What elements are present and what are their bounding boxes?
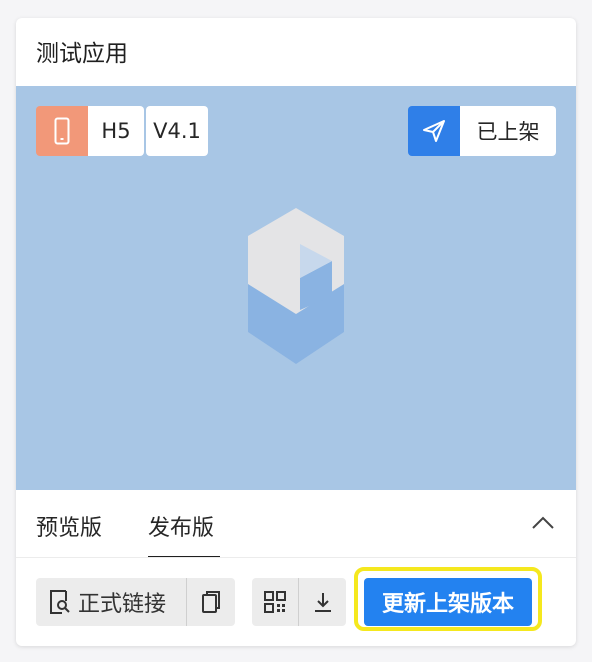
official-link-button[interactable]: 正式链接 (36, 578, 186, 626)
qrcode-button[interactable] (252, 578, 298, 626)
divider (16, 557, 576, 558)
copy-button[interactable] (187, 578, 235, 626)
platform-badge-group: H5 V4.1 (36, 106, 208, 156)
copy-icon (202, 591, 220, 613)
app-placeholder-icon (248, 208, 344, 364)
download-button[interactable] (299, 578, 346, 626)
status-badge: 已上架 (460, 106, 556, 156)
app-preview: H5 V4.1 已上架 (16, 86, 576, 490)
qrcode-download-group (252, 578, 346, 626)
official-link-label: 正式链接 (78, 592, 167, 617)
version-badge: V4.1 (146, 106, 208, 156)
search-doc-icon (50, 590, 70, 614)
download-icon (314, 593, 331, 612)
platform-badge: H5 (88, 106, 144, 156)
app-card: 测试应用 H5 V4.1 已上架 预览版 发布版 正式链接 更新上架版本 (16, 18, 576, 646)
send-icon (408, 106, 460, 156)
version-tabs: 预览版 发布版 (16, 490, 576, 558)
app-title: 测试应用 (36, 41, 128, 67)
phone-icon (36, 106, 88, 156)
tab-preview[interactable]: 预览版 (36, 510, 102, 542)
chevron-up-icon[interactable] (530, 514, 556, 532)
tab-release[interactable]: 发布版 (148, 510, 214, 542)
official-link-group: 正式链接 (36, 578, 235, 626)
update-release-button[interactable]: 更新上架版本 (364, 578, 532, 626)
qrcode-icon (264, 591, 286, 613)
status-badge-group: 已上架 (408, 106, 556, 156)
